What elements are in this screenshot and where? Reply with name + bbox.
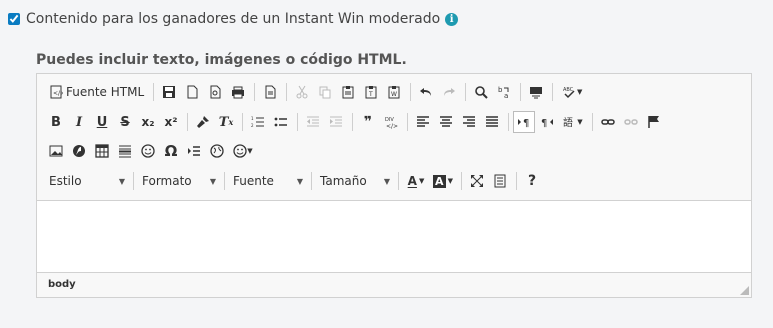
select-all-icon[interactable] — [525, 81, 547, 103]
subscript-button[interactable]: x₂ — [137, 111, 159, 133]
svg-text:¶: ¶ — [541, 118, 547, 129]
horizontal-rule-icon[interactable] — [114, 140, 136, 162]
page-break-icon[interactable] — [183, 140, 205, 162]
svg-text:W: W — [391, 91, 397, 98]
help-button[interactable]: ? — [521, 170, 543, 192]
format-combo[interactable]: Formato ▼ — [138, 170, 220, 192]
align-right-icon[interactable] — [458, 111, 480, 133]
editor-content-area[interactable] — [37, 201, 751, 271]
smiley-icon[interactable] — [137, 140, 159, 162]
unlink-icon[interactable] — [620, 111, 642, 133]
superscript-button[interactable]: x² — [160, 111, 182, 133]
bulleted-list-icon[interactable] — [270, 111, 292, 133]
copy-format-icon[interactable] — [192, 111, 214, 133]
replace-icon[interactable]: ba — [493, 81, 515, 103]
spellcheck-icon[interactable]: ABC ▼ — [557, 81, 587, 103]
italic-button[interactable]: I — [68, 111, 90, 133]
toolbar-row-3: Ω ▼ — [45, 139, 258, 163]
winner-content-checkbox[interactable] — [8, 13, 20, 25]
source-icon: </> — [50, 85, 63, 99]
editor-statusbar: body — [37, 272, 751, 297]
paste-icon[interactable] — [337, 81, 359, 103]
resize-handle-icon[interactable] — [740, 286, 749, 295]
text-direction-rtl-icon[interactable]: ¶ — [536, 111, 558, 133]
size-combo[interactable]: Tamaño ▼ — [316, 170, 394, 192]
bg-color-button[interactable]: A ▼ — [430, 170, 456, 192]
svg-text:a: a — [504, 92, 508, 99]
svg-text:</>: </> — [386, 123, 398, 129]
strike-button[interactable]: S — [114, 111, 136, 133]
justify-icon[interactable] — [481, 111, 503, 133]
svg-text:2: 2 — [251, 123, 254, 128]
svg-text:語: 語 — [563, 116, 573, 129]
anchor-flag-icon[interactable] — [643, 111, 665, 133]
bold-button[interactable]: B — [45, 111, 67, 133]
chevron-down-icon: ▼ — [296, 176, 303, 186]
paste-text-icon[interactable]: T — [360, 81, 382, 103]
indent-icon[interactable] — [325, 111, 347, 133]
rich-text-editor: </> Fuente HTML T W ba ABC ▼ B I U S x₂ … — [36, 73, 752, 298]
redo-icon[interactable] — [438, 81, 460, 103]
emoji-icon[interactable]: ▼ — [229, 140, 257, 162]
print-icon[interactable] — [227, 81, 249, 103]
outdent-icon[interactable] — [302, 111, 324, 133]
toolbar-row-4: Estilo ▼ Formato ▼ Fuente ▼ Tamaño ▼ A ▼ A ▼ ? — [45, 169, 544, 193]
svg-text:b: b — [498, 86, 503, 94]
new-page-icon[interactable] — [181, 81, 203, 103]
language-icon[interactable]: 語 ▼ — [559, 111, 587, 133]
align-left-icon[interactable] — [412, 111, 434, 133]
div-container-icon[interactable]: DIV </> — [380, 111, 402, 133]
chevron-down-icon: ▼ — [383, 176, 390, 186]
numbered-list-icon[interactable]: 12 — [247, 111, 269, 133]
format-combo-label: Formato — [142, 174, 192, 188]
text-color-button[interactable]: A ▼ — [403, 170, 429, 192]
winner-content-label: Contenido para los ganadores de un Insta… — [26, 11, 441, 27]
chevron-down-icon: ▼ — [118, 176, 125, 186]
templates-icon[interactable] — [259, 81, 281, 103]
preview-icon[interactable] — [204, 81, 226, 103]
iframe-globe-icon[interactable] — [206, 140, 228, 162]
align-center-icon[interactable] — [435, 111, 457, 133]
copy-icon[interactable] — [314, 81, 336, 103]
svg-text:1: 1 — [251, 116, 254, 121]
size-combo-label: Tamaño — [320, 174, 367, 188]
toolbar-row-2: B I U S x₂ x² Tx 12 ❞ DIV </> ¶ ¶ 語 ▼ — [45, 110, 666, 134]
underline-button[interactable]: U — [91, 111, 113, 133]
special-char-button[interactable]: Ω — [160, 140, 182, 162]
chevron-down-icon: ▼ — [209, 176, 216, 186]
link-icon[interactable] — [597, 111, 619, 133]
table-icon[interactable] — [91, 140, 113, 162]
section-label: Puedes incluir texto, imágenes o código … — [36, 52, 407, 68]
svg-text:</>: </> — [53, 90, 63, 97]
image-icon[interactable] — [45, 140, 67, 162]
remove-format-button[interactable]: Tx — [215, 111, 237, 133]
font-combo-label: Fuente — [233, 174, 274, 188]
font-combo[interactable]: Fuente ▼ — [229, 170, 307, 192]
winner-content-checkbox-row: Contenido para los ganadores de un Insta… — [8, 11, 459, 27]
cut-icon[interactable] — [291, 81, 313, 103]
paste-word-icon[interactable]: W — [383, 81, 405, 103]
style-combo-label: Estilo — [49, 174, 82, 188]
save-icon[interactable] — [158, 81, 180, 103]
show-blocks-icon[interactable] — [489, 170, 511, 192]
undo-icon[interactable] — [415, 81, 437, 103]
source-html-button[interactable]: </> Fuente HTML — [45, 81, 148, 103]
text-direction-ltr-icon[interactable]: ¶ — [513, 111, 535, 133]
flash-icon[interactable] — [68, 140, 90, 162]
blockquote-button[interactable]: ❞ — [357, 111, 379, 133]
svg-text:T: T — [368, 91, 373, 98]
info-icon[interactable]: i — [445, 12, 459, 26]
find-icon[interactable] — [470, 81, 492, 103]
editor-toolbar: </> Fuente HTML T W ba ABC ▼ B I U S x₂ … — [37, 74, 751, 201]
style-combo[interactable]: Estilo ▼ — [45, 170, 129, 192]
maximize-icon[interactable] — [466, 170, 488, 192]
element-path[interactable]: body — [48, 279, 76, 290]
svg-text:¶: ¶ — [523, 118, 529, 129]
toolbar-row-1: </> Fuente HTML T W ba ABC ▼ — [45, 80, 588, 104]
